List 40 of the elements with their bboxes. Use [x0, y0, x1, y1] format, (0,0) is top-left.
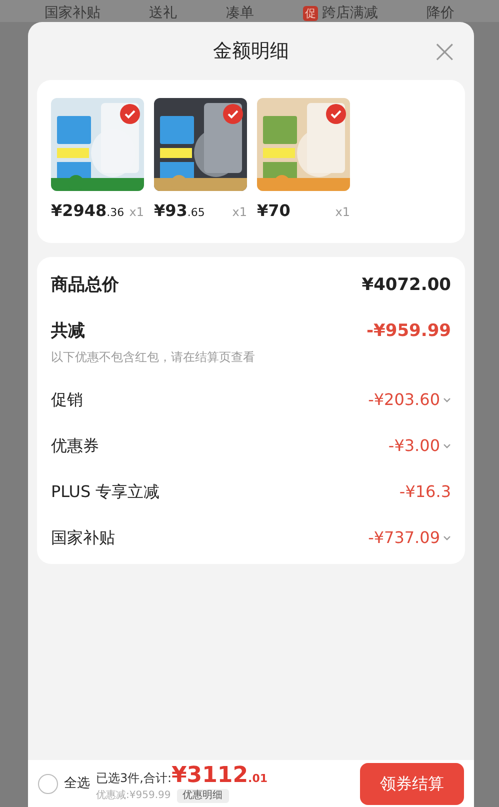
product-price: ¥93.65	[154, 200, 205, 222]
category-tab[interactable]: 跨店满减	[322, 4, 378, 22]
summary-label: 共减	[51, 320, 85, 342]
chevron-down-icon[interactable]	[443, 535, 451, 541]
summary-note: 以下优惠不包含红包，请在结算页查看	[51, 349, 256, 366]
summary-amount: -¥959.99	[366, 320, 451, 342]
summary-amount: -¥737.09	[368, 527, 440, 549]
discount-text: 优惠减:¥959.99	[96, 790, 171, 802]
category-tab[interactable]: 降价	[426, 4, 455, 22]
product-quantity: x1	[129, 204, 144, 221]
product-price: ¥2948.36	[51, 200, 124, 222]
chevron-down-icon[interactable]	[443, 443, 451, 449]
checkout-button[interactable]: 领券结算	[360, 762, 464, 804]
product-price: ¥70	[257, 200, 290, 222]
category-tab[interactable]: 国家补贴	[44, 4, 100, 22]
sheet-title: 金额明细	[213, 38, 289, 64]
discount-detail-button[interactable]: 优惠明细	[176, 788, 229, 803]
product-quantity: x1	[335, 204, 350, 221]
summary-label: 商品总价	[51, 274, 119, 297]
summary-label: 优惠券	[51, 435, 99, 457]
selected-summary: 已选3件,合计:	[96, 772, 172, 786]
close-button[interactable]: ×	[431, 38, 458, 64]
summary-amount: ¥4072.00	[362, 274, 451, 297]
summary-label: 促销	[51, 389, 83, 411]
select-all-label[interactable]: 全选	[64, 774, 90, 794]
summary-amount: -¥203.60	[368, 389, 440, 411]
summary-label: PLUS 专享立减	[51, 481, 160, 503]
select-all-radio[interactable]	[38, 774, 58, 794]
summary-label: 国家补贴	[51, 527, 115, 549]
category-tab[interactable]: 送礼	[149, 4, 178, 22]
category-tab[interactable]: 凑单	[226, 4, 254, 22]
check-icon[interactable]	[120, 104, 140, 124]
total-price: ¥3112.01	[172, 764, 268, 789]
check-icon[interactable]	[326, 104, 346, 124]
summary-amount: -¥3.00	[388, 435, 440, 457]
summary-amount: -¥16.3	[399, 481, 451, 503]
product-quantity: x1	[232, 204, 247, 221]
promo-badge: 促	[302, 6, 318, 20]
check-icon[interactable]	[223, 104, 243, 124]
chevron-down-icon[interactable]	[443, 397, 451, 403]
